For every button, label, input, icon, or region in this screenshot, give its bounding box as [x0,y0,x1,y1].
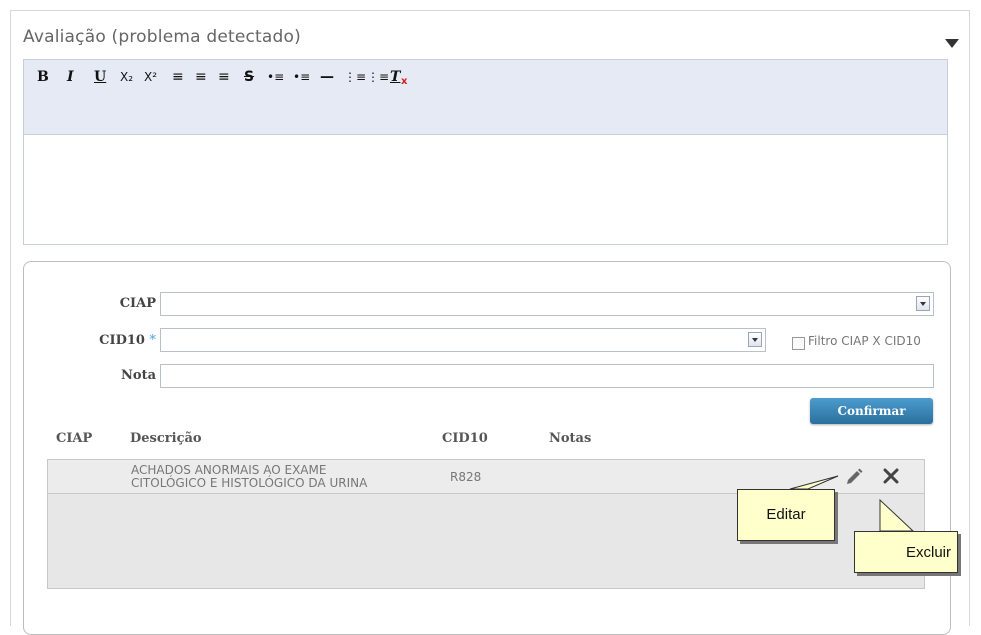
filter-ciap-cid10-label: Filtro CIAP X CID10 [808,334,921,348]
cid10-label: CID10 * [99,333,157,348]
row-descricao: ACHADOS ANORMAIS AO EXAME CITOLÓGICO E H… [131,464,367,490]
column-header-descricao[interactable]: Descrição [130,431,202,446]
confirm-button[interactable]: Confirmar [810,398,933,424]
pencil-edit-icon[interactable] [844,467,864,487]
cid10-dropdown-icon[interactable] [748,332,762,347]
collapse-arrow-icon[interactable] [945,39,959,48]
filter-ciap-cid10-checkbox[interactable] [792,337,805,350]
ciap-dropdown-icon[interactable] [916,296,930,311]
remove-format-x-icon: x [401,76,408,87]
underline-button[interactable]: U [94,68,106,86]
superscript-button[interactable]: X² [144,68,157,86]
outdent-button[interactable]: •≡ [293,68,310,86]
align-center-button[interactable]: ≡ [195,68,207,86]
strikethrough-button[interactable]: S [244,68,254,86]
column-header-ciap[interactable]: CIAP [56,431,92,446]
editor-toolbar: B I U X₂ X² ≡ ≡ ≡ S •≡ •≡ — ⋮≡ ⋮≡ T x [24,60,947,135]
panel-title: Avaliação (problema detectado) [23,27,301,47]
required-asterisk-icon: * [149,333,157,348]
close-delete-icon[interactable] [881,466,901,486]
horizontal-rule-button[interactable]: — [320,68,334,86]
column-header-cid10[interactable]: CID10 [442,431,488,446]
ordered-list-button[interactable]: ⋮≡ [344,68,366,86]
bold-button[interactable]: B [37,68,49,86]
row-descricao-line2: CITOLÓGICO E HISTOLÓGICO DA URINA [131,476,368,490]
nota-label: Nota [121,368,156,383]
rich-text-editor: B I U X₂ X² ≡ ≡ ≡ S •≡ •≡ — ⋮≡ ⋮≡ T x [23,59,948,245]
cid10-select[interactable] [160,328,766,352]
ciap-label: CIAP [119,296,156,311]
edit-callout-label: Editar [766,506,806,523]
edit-callout: Editar [737,489,835,541]
subscript-button[interactable]: X₂ [120,68,133,86]
align-left-button[interactable]: ≡ [172,68,184,86]
column-header-notas[interactable]: Notas [549,431,591,446]
diagnosis-form: CIAP CID10 * Filtro CIAP X CID10 Nota Co… [23,261,951,635]
editor-text-area[interactable] [24,135,947,244]
bullet-list-button[interactable]: ⋮≡ [367,68,389,86]
remove-format-button[interactable]: T [390,68,400,86]
indent-button[interactable]: •≡ [267,68,284,86]
delete-callout-label: Excluir [905,544,951,561]
italic-button[interactable]: I [67,68,74,86]
row-cid10: R828 [450,470,482,484]
delete-callout: Excluir [854,531,958,573]
ciap-select[interactable] [160,292,934,316]
align-right-button[interactable]: ≡ [218,68,230,86]
nota-input[interactable] [160,364,934,388]
